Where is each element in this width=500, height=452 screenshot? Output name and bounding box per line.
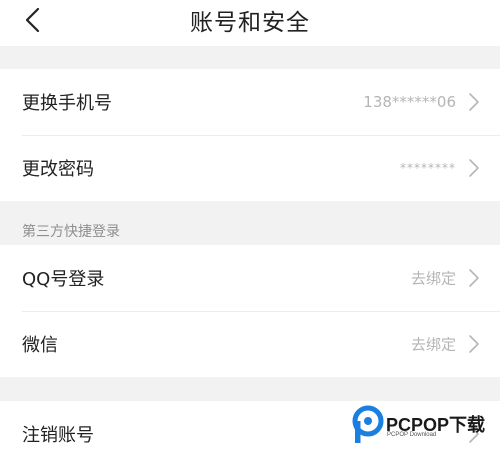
qq-bind-status: 去绑定 bbox=[410, 269, 456, 288]
account-settings-group: 更换手机号 138******06 更改密码 ******** bbox=[0, 69, 500, 201]
change-phone-label: 更换手机号 bbox=[22, 93, 112, 114]
qq-login-label: QQ号登录 bbox=[22, 269, 105, 290]
change-password-label: 更改密码 bbox=[22, 159, 94, 180]
wechat-bind-status: 去绑定 bbox=[410, 335, 456, 354]
phone-number-value: 138******06 bbox=[363, 93, 456, 111]
chevron-right-icon bbox=[469, 93, 479, 111]
wechat-login-label: 微信 bbox=[22, 335, 58, 356]
page-title: 账号和安全 bbox=[190, 10, 310, 36]
third-party-login-group: QQ号登录 去绑定 微信 去绑定 bbox=[0, 245, 500, 377]
pcpop-logo-icon bbox=[352, 405, 384, 443]
chevron-right-icon bbox=[469, 335, 479, 353]
pcpop-watermark: PCPOP下载 PCPOP Download bbox=[352, 402, 500, 452]
qq-login-row[interactable]: QQ号登录 去绑定 bbox=[0, 245, 500, 311]
password-masked-value: ******** bbox=[400, 161, 456, 175]
change-password-row[interactable]: 更改密码 ******** bbox=[0, 135, 500, 201]
chevron-right-icon bbox=[469, 269, 479, 287]
cancel-account-label: 注销账号 bbox=[22, 425, 94, 446]
watermark-subtitle: PCPOP Download bbox=[387, 432, 437, 438]
chevron-right-icon bbox=[469, 159, 479, 177]
wechat-login-row[interactable]: 微信 去绑定 bbox=[0, 311, 500, 377]
third-party-section-label: 第三方快捷登录 bbox=[22, 224, 120, 240]
change-phone-row[interactable]: 更换手机号 138******06 bbox=[0, 69, 500, 135]
header-bar: 账号和安全 bbox=[0, 0, 500, 46]
